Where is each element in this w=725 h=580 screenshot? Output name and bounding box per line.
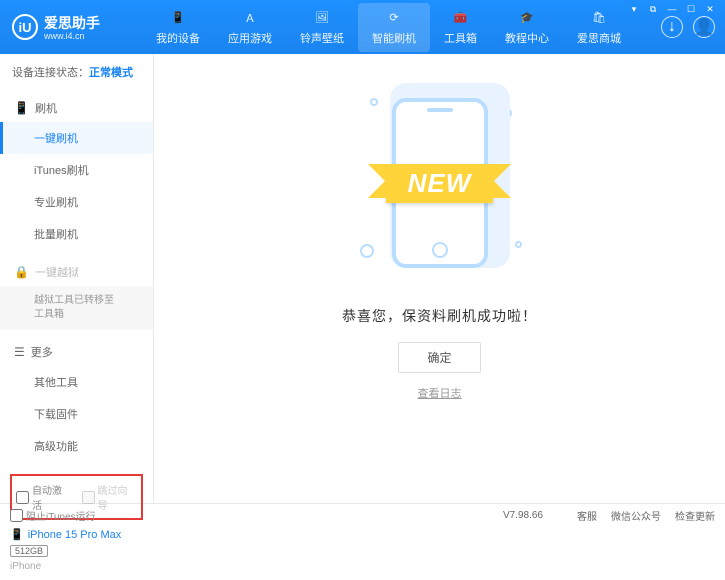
nav-ringtones[interactable]: 🖼铃声壁纸: [286, 3, 358, 52]
phone-icon: 📱: [14, 101, 29, 115]
nav-my-device[interactable]: 📱我的设备: [142, 3, 214, 52]
section-more[interactable]: ☰更多: [0, 338, 153, 366]
footer-update[interactable]: 检查更新: [675, 508, 715, 523]
store-icon: 🛍: [590, 9, 608, 27]
nav-store[interactable]: 🛍爱思商城: [563, 3, 635, 52]
maximize-icon[interactable]: ☐: [682, 2, 700, 16]
footer-wechat[interactable]: 微信公众号: [611, 508, 661, 523]
sidebar: 设备连接状态：正常模式 📱刷机 一键刷机 iTunes刷机 专业刷机 批量刷机 …: [0, 54, 154, 503]
app-name: 爱思助手: [44, 13, 100, 33]
more-icon: ☰: [14, 345, 25, 359]
close-icon[interactable]: ✕: [701, 2, 719, 16]
new-ribbon: NEW: [386, 164, 494, 203]
success-message: 恭喜您，保资料刷机成功啦！: [342, 306, 537, 326]
sidebar-item-itunes[interactable]: iTunes刷机: [0, 154, 153, 186]
version-label: V7.98.66: [503, 510, 543, 521]
device-type: iPhone: [10, 561, 143, 572]
nav-tutorial[interactable]: 🎓教程中心: [491, 3, 563, 52]
download-button[interactable]: ↓: [661, 16, 683, 38]
section-jailbreak: 🔒一键越狱: [0, 258, 153, 286]
block-itunes-checkbox[interactable]: 阻止iTunes运行: [10, 508, 96, 523]
user-icon: 👤: [694, 17, 714, 37]
skin-icon[interactable]: ⧉: [644, 2, 662, 16]
nav-apps[interactable]: Ａ应用游戏: [214, 3, 286, 52]
section-flash[interactable]: 📱刷机: [0, 94, 153, 122]
apps-icon: Ａ: [241, 9, 259, 27]
device-name[interactable]: 📱iPhone 15 Pro Max: [10, 528, 143, 541]
logo-icon: iU: [12, 14, 38, 40]
sidebar-item-download[interactable]: 下载固件: [0, 398, 153, 430]
jailbreak-note[interactable]: 越狱工具已转移至 工具箱: [0, 286, 153, 330]
toolbox-icon: 🧰: [452, 9, 470, 27]
main-content: NEW 恭喜您，保资料刷机成功啦！ 确定 查看日志: [154, 54, 725, 503]
flash-icon: ⟳: [385, 9, 403, 27]
footer-support[interactable]: 客服: [577, 508, 597, 523]
ringtone-icon: 🖼: [313, 9, 331, 27]
ok-button[interactable]: 确定: [398, 342, 480, 373]
sidebar-item-batch[interactable]: 批量刷机: [0, 218, 153, 250]
app-header: iU 爱思助手 www.i4.cn 📱我的设备 Ａ应用游戏 🖼铃声壁纸 ⟳智能刷…: [0, 0, 725, 54]
sidebar-item-advanced[interactable]: 高级功能: [0, 430, 153, 462]
user-button[interactable]: 👤: [693, 16, 715, 38]
app-url: www.i4.cn: [44, 31, 100, 41]
connection-status: 设备连接状态：正常模式: [0, 54, 153, 90]
device-icon: 📱: [10, 528, 24, 541]
download-icon: ↓: [668, 18, 676, 36]
storage-badge: 512GB: [10, 545, 48, 557]
sidebar-item-oneclick[interactable]: 一键刷机: [0, 122, 153, 154]
nav-toolbox[interactable]: 🧰工具箱: [430, 3, 491, 52]
sidebar-item-pro[interactable]: 专业刷机: [0, 186, 153, 218]
minimize-icon[interactable]: —: [663, 2, 681, 16]
lock-icon: 🔒: [14, 265, 29, 279]
nav-flash[interactable]: ⟳智能刷机: [358, 3, 430, 52]
logo: iU 爱思助手 www.i4.cn: [0, 13, 112, 41]
tutorial-icon: 🎓: [518, 9, 536, 27]
sidebar-item-other[interactable]: 其他工具: [0, 366, 153, 398]
device-icon: 📱: [169, 9, 187, 27]
view-log-link[interactable]: 查看日志: [418, 385, 462, 401]
success-illustration: NEW: [350, 78, 530, 288]
top-nav: 📱我的设备 Ａ应用游戏 🖼铃声壁纸 ⟳智能刷机 🧰工具箱 🎓教程中心 🛍爱思商城: [142, 3, 661, 52]
